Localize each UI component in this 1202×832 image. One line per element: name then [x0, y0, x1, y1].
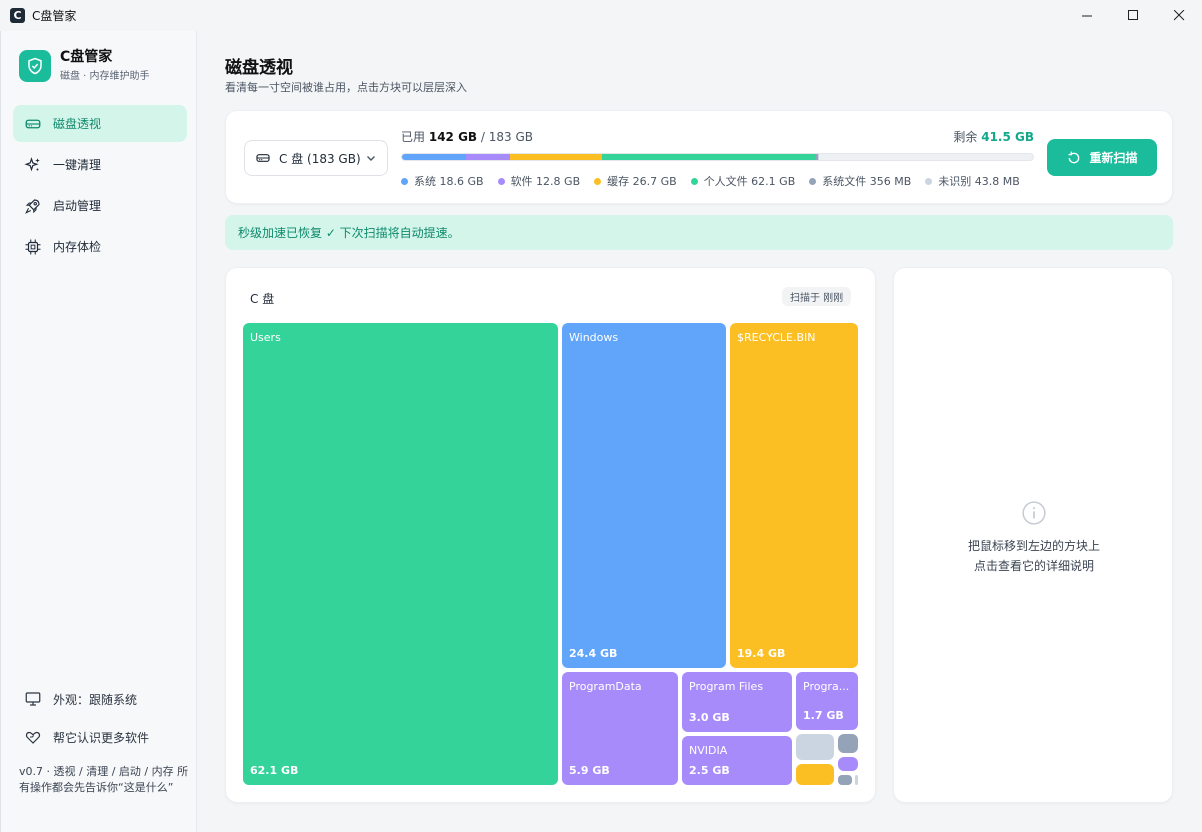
title-bar: C C盘管家 — [0, 0, 1202, 31]
help-label: 帮它认识更多软件 — [53, 730, 150, 745]
nav-item-disk-view[interactable]: 磁盘透视 — [13, 105, 187, 142]
rescan-label: 重新扫描 — [1089, 151, 1138, 165]
detail-hint: 把鼠标移到左边的方块上 点击查看它的详细说明 — [967, 539, 1100, 573]
usage-bar-segment — [402, 154, 467, 160]
refresh-icon — [1069, 151, 1080, 163]
close-icon — [1173, 10, 1184, 21]
total-value: 183 GB — [488, 130, 533, 144]
help-link[interactable]: 帮它认识更多软件 — [13, 719, 187, 755]
drive-select-value: C 盘 (183 GB) — [279, 151, 361, 166]
legend-label: 个人文件 62.1 GB — [703, 175, 796, 188]
legend-label: 缓存 26.7 GB — [607, 175, 677, 188]
free-value: 41.5 GB — [981, 130, 1034, 144]
chip-icon — [23, 237, 43, 257]
minimize-icon — [1081, 15, 1092, 17]
treemap-tile-small[interactable] — [796, 734, 834, 760]
version-note: v0.7 · 透视 / 清理 / 启动 / 内存 所有操作都会先告诉你“这是什么… — [19, 765, 189, 794]
rocket-icon — [23, 196, 43, 216]
nav-label: 磁盘透视 — [53, 117, 102, 131]
treemap-tile-nvidia[interactable]: NVIDIA 2.5 GB — [682, 736, 792, 785]
legend-item: 缓存 26.7 GB — [594, 173, 677, 189]
nav-item-startup[interactable]: 启动管理 — [13, 187, 187, 224]
usage-bar-segment — [466, 154, 511, 160]
page-title: 磁盘透视 — [225, 58, 293, 78]
minimize-button[interactable] — [1064, 0, 1110, 31]
treemap-tile-windows[interactable]: Windows 24.4 GB — [562, 323, 726, 668]
legend-label: 软件 12.8 GB — [510, 175, 581, 188]
usage-bar-segment — [602, 154, 817, 160]
used-text: 已用 142 GB / 183 GB — [401, 130, 533, 144]
info-icon — [1021, 500, 1047, 529]
rescan-button[interactable]: 重新扫描 — [1047, 139, 1157, 176]
nav-item-memory[interactable]: 内存体检 — [13, 228, 187, 265]
legend-dot — [925, 177, 933, 185]
shield-icon — [19, 49, 51, 82]
brand: C盘管家 磁盘 · 内存维护助手 — [19, 49, 150, 82]
usage-legend: 系统 18.6 GB 软件 12.8 GB 缓存 26.7 GB 个人文件 62.1 … — [401, 173, 1034, 189]
treemap-tile-small[interactable] — [838, 734, 858, 753]
maximize-button[interactable] — [1110, 0, 1156, 31]
legend-item: 未识别 43.8 MB — [925, 173, 1020, 189]
legend-dot — [401, 177, 408, 185]
drive-select[interactable]: C 盘 (183 GB) — [244, 140, 388, 176]
brand-subtitle: 磁盘 · 内存维护助手 — [60, 71, 150, 82]
nav-label: 一键清理 — [53, 158, 102, 172]
treemap-tile-small[interactable] — [796, 764, 834, 785]
treemap-title: C 盘 — [250, 292, 275, 306]
sidebar: C盘管家 磁盘 · 内存维护助手 磁盘透视 一键清理 启动管理 内存体检 外观：… — [0, 31, 197, 832]
treemap-tile-program-files[interactable]: Program Files 3.0 GB — [682, 672, 792, 732]
legend-label: 系统 18.6 GB — [414, 175, 484, 188]
usage-bar-segment — [510, 154, 603, 160]
notice-banner: 秒级加速已恢复 ✓ 下次扫描将自动提速。 — [225, 215, 1173, 250]
treemap-tile-programdata[interactable]: ProgramData 5.9 GB — [562, 672, 678, 785]
close-button[interactable] — [1156, 0, 1202, 31]
appearance-toggle[interactable]: 外观：跟随系统 — [13, 681, 187, 717]
legend-dot — [497, 177, 505, 185]
treemap: Users 62.1 GB Windows 24.4 GB $RECYCLE.BIN… — [243, 323, 860, 786]
monitor-icon — [23, 689, 43, 709]
legend-dot — [594, 177, 602, 185]
nav-label: 内存体检 — [53, 240, 102, 254]
maximize-icon — [1127, 10, 1138, 20]
main-content: 磁盘透视 看清每一寸空间被谁占用，点击方块可以层层深入 C 盘 (183 GB)… — [197, 31, 1202, 832]
legend-item: 软件 12.8 GB — [497, 173, 581, 189]
legend-dot — [809, 177, 817, 185]
treemap-tile-users[interactable]: Users 62.1 GB — [243, 323, 558, 785]
sidebar-footer: 外观：跟随系统 帮它认识更多软件 — [13, 681, 187, 757]
nav-label: 启动管理 — [53, 199, 102, 213]
window-title: C盘管家 — [32, 9, 77, 23]
chevron-down-icon — [365, 152, 377, 167]
legend-item: 系统文件 356 MB — [809, 173, 911, 189]
brand-title: C盘管家 — [60, 49, 113, 65]
usage-bar — [401, 153, 1034, 161]
free-text: 剩余 41.5 GB — [953, 130, 1034, 144]
page-subtitle: 看清每一寸空间被谁占用，点击方块可以层层深入 — [225, 81, 467, 94]
app-icon: C — [10, 8, 25, 23]
legend-dot — [690, 177, 698, 185]
treemap-tile-small[interactable] — [855, 775, 858, 785]
treemap-tile-small[interactable] — [838, 757, 858, 771]
legend-label: 系统文件 356 MB — [822, 175, 912, 188]
nav-menu: 磁盘透视 一键清理 启动管理 内存体检 — [13, 105, 187, 269]
scan-status-badge: 扫描于 刚刚 — [782, 287, 852, 306]
appearance-label: 外观：跟随系统 — [53, 692, 138, 707]
usage-card: C 盘 (183 GB) 已用 142 GB / 183 GB 剩余 41.5 … — [225, 110, 1173, 204]
legend-item: 个人文件 62.1 GB — [690, 173, 796, 189]
treemap-tile-recycle-bin[interactable]: $RECYCLE.BIN 19.4 GB — [730, 323, 858, 668]
drive-icon — [255, 150, 271, 166]
usage-summary: 已用 142 GB / 183 GB 剩余 41.5 GB 系统 18.6 GB… — [401, 128, 1034, 189]
heart-hand-icon — [23, 727, 43, 747]
treemap-card: C 盘 扫描于 刚刚 Users 62.1 GB Windows 24.4 GB $… — [225, 267, 876, 803]
legend-item: 系统 18.6 GB — [401, 173, 484, 189]
drive-icon — [23, 114, 43, 134]
detail-panel: 把鼠标移到左边的方块上 点击查看它的详细说明 — [893, 267, 1173, 803]
nav-item-clean[interactable]: 一键清理 — [13, 146, 187, 183]
sparkle-icon — [23, 155, 43, 175]
used-value: 142 GB — [428, 130, 478, 144]
treemap-tile-program-files-x86[interactable]: Progra... 1.7 GB — [796, 672, 858, 730]
treemap-tile-small[interactable] — [838, 775, 852, 785]
legend-label: 未识别 43.8 MB — [938, 175, 1020, 188]
